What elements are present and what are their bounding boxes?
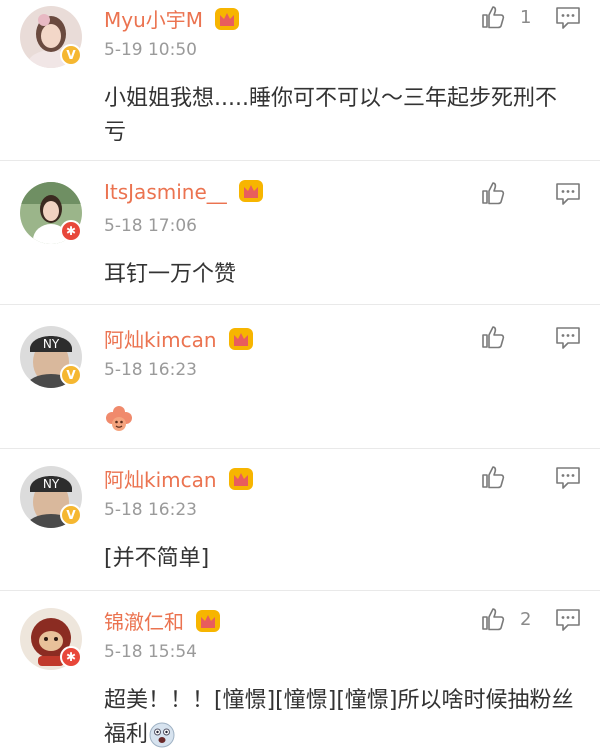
wow-face-emoji-icon — [149, 722, 175, 748]
username-text[interactable]: Myu小宇M — [104, 8, 203, 32]
svg-text:NY: NY — [43, 337, 60, 351]
comment-text: 小姐姐我想.....睡你可不可以～三年起步死刑不亏 — [104, 86, 557, 145]
reply-button[interactable] — [555, 182, 581, 210]
username-text[interactable]: 阿灿kimcan — [104, 328, 217, 352]
username[interactable]: ItsJasmine__ — [104, 180, 264, 204]
thumbs-up-icon[interactable] — [480, 606, 506, 632]
like-button[interactable] — [480, 324, 520, 350]
username-text[interactable]: ItsJasmine__ — [104, 180, 227, 204]
comment-bubble-icon[interactable] — [555, 326, 581, 350]
like-count: 2 — [520, 608, 532, 630]
like-button[interactable]: 2 — [480, 606, 531, 632]
comment-bubble-icon[interactable] — [555, 6, 581, 30]
comment-bubble-icon[interactable] — [555, 182, 581, 206]
svg-text:NY: NY — [43, 477, 60, 491]
comment-time: 5-18 17:06 — [104, 216, 197, 236]
crown-vip-icon — [239, 180, 264, 202]
thumbs-up-icon[interactable] — [480, 180, 506, 206]
username-text[interactable]: 阿灿kimcan — [104, 468, 217, 492]
username[interactable]: Myu小宇M — [104, 4, 240, 33]
comment-text: [并不简单] — [104, 546, 210, 571]
reply-button[interactable] — [555, 466, 581, 494]
comment-item: NY V 阿灿kimcan 5-18 16:23 — [0, 460, 600, 591]
comment-item: ✱ ItsJasmine__ 5-18 17:06 耳钉一万个赞 — [0, 176, 600, 305]
crown-vip-icon — [228, 468, 253, 490]
verified-badge: ✱ — [60, 220, 82, 242]
comment-feed: V Myu小宇M 5-19 10:50 1 小姐姐我想.....睡你可不可以～三… — [0, 0, 600, 755]
verified-badge: V — [60, 364, 82, 386]
comment-time: 5-18 15:54 — [104, 642, 197, 662]
comment-text — [104, 402, 574, 436]
verified-badge: V — [60, 44, 82, 66]
username[interactable]: 阿灿kimcan — [104, 464, 253, 493]
thumbs-up-icon[interactable] — [480, 324, 506, 350]
crown-vip-icon — [215, 8, 240, 30]
comment-item: V Myu小宇M 5-19 10:50 1 小姐姐我想.....睡你可不可以～三… — [0, 0, 600, 161]
like-count: 1 — [520, 6, 532, 28]
comment-bubble-icon[interactable] — [555, 608, 581, 632]
like-button[interactable] — [480, 464, 520, 490]
reply-button[interactable] — [555, 6, 581, 34]
comment-item: NY V 阿灿kimcan 5-18 16:23 — [0, 320, 600, 449]
username-text[interactable]: 锦澈仁和 — [104, 610, 184, 634]
like-button[interactable] — [480, 180, 520, 206]
thumbs-up-icon[interactable] — [480, 464, 506, 490]
comment-time: 5-19 10:50 — [104, 40, 197, 60]
flower-emoji-icon — [106, 406, 132, 431]
reply-button[interactable] — [555, 608, 581, 636]
comment-bubble-icon[interactable] — [555, 466, 581, 490]
username[interactable]: 锦澈仁和 — [104, 606, 221, 635]
comment-item: ✱ 锦澈仁和 5-18 15:54 2 超美！！！[憧憬][憧憬][憧憬]所以啥… — [0, 602, 600, 755]
thumbs-up-icon[interactable] — [480, 4, 506, 30]
verified-badge: ✱ — [60, 646, 82, 668]
crown-vip-icon — [196, 610, 221, 632]
comment-text: 耳钉一万个赞 — [104, 262, 237, 287]
crown-vip-icon — [228, 328, 253, 350]
comment-text: 超美！！！[憧憬][憧憬][憧憬]所以啥时候抽粉丝福利 — [104, 684, 574, 752]
verified-badge: V — [60, 504, 82, 526]
comment-time: 5-18 16:23 — [104, 360, 197, 380]
like-button[interactable]: 1 — [480, 4, 531, 30]
reply-button[interactable] — [555, 326, 581, 354]
comment-time: 5-18 16:23 — [104, 500, 197, 520]
username[interactable]: 阿灿kimcan — [104, 324, 253, 353]
